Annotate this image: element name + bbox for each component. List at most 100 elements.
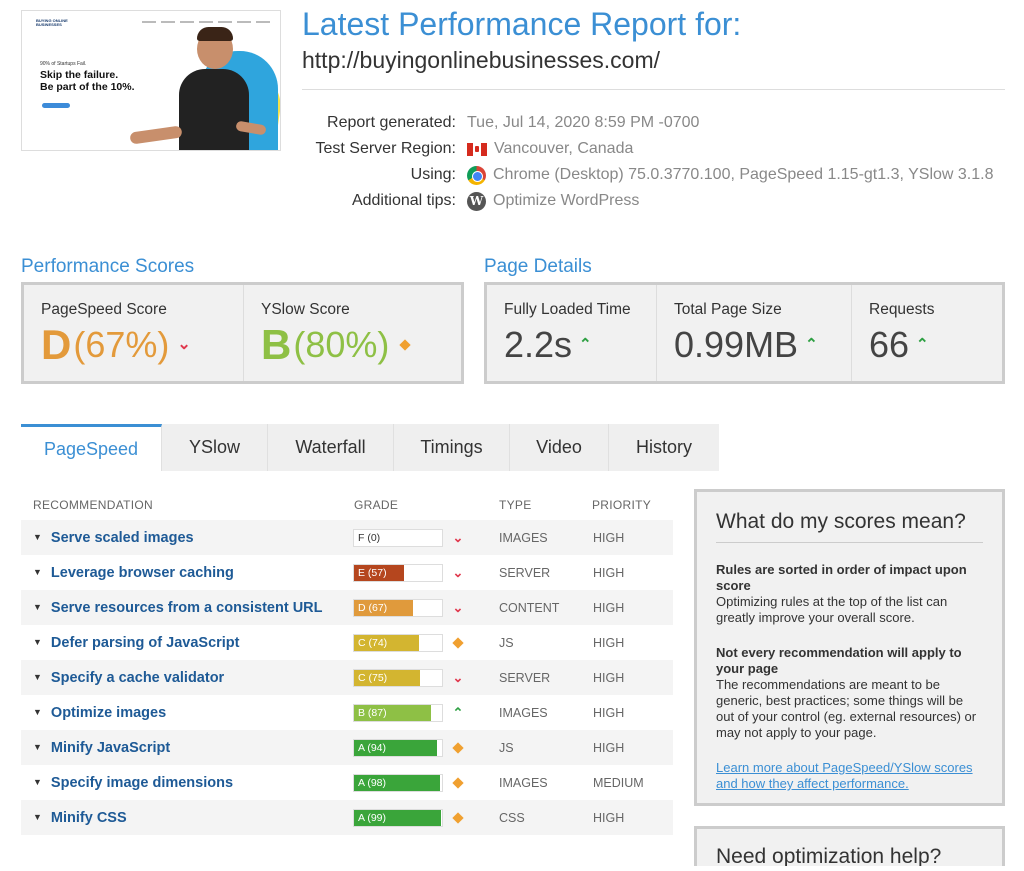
page-title: Latest Performance Report for: [302, 6, 742, 42]
thumb-nav: BUYING ONLINE BUSINESSES [36, 19, 270, 27]
recommendation-name[interactable]: ▼ Serve resources from a consistent URL [33, 600, 323, 616]
recommendation-type: IMAGES [499, 705, 548, 720]
table-row[interactable]: ▼ Specify a cache validator C (75) ⌄ SERVER H… [21, 660, 673, 695]
requests-cell: Requests 66 ⌃ [852, 285, 1002, 381]
pagespeed-score-label: PageSpeed Score [41, 301, 167, 318]
recommendation-name[interactable]: ▼ Serve scaled images [33, 530, 194, 546]
tab-yslow[interactable]: YSlow [162, 424, 268, 471]
table-row[interactable]: ▼ Leverage browser caching E (57) ⌄ SERVER HI… [21, 555, 673, 590]
table-row[interactable]: ▼ Defer parsing of JavaScript C (74) JS HIGH [21, 625, 673, 660]
explainer-block2-text: The recommendations are meant to be gene… [716, 677, 977, 740]
yslow-grade: B [261, 321, 292, 368]
thumb-headline: Skip the failure. Be part of the 10%. [40, 69, 135, 93]
recommendation-name[interactable]: ▼ Minify CSS [33, 810, 127, 826]
table-row[interactable]: ▼ Minify JavaScript A (94) JS HIGH [21, 730, 673, 765]
requests-value: 66 [869, 324, 910, 365]
trend-indicator: ⌄ [451, 529, 465, 547]
explainer-title: What do my scores mean? [716, 510, 983, 543]
trend-indicator: ⌄ [451, 564, 465, 582]
diamond-icon [452, 636, 464, 649]
chevron-up-icon: ⌃ [579, 336, 592, 353]
optimization-help-panel: Need optimization help? [694, 826, 1005, 866]
table-row[interactable]: ▼ Specify image dimensions A (98) IMAGES MED… [21, 765, 673, 800]
chevron-down-icon: ⌄ [452, 599, 464, 615]
tab-timings[interactable]: Timings [394, 424, 510, 471]
diamond-icon [452, 811, 464, 824]
grade-bar-fill: A (99) [354, 809, 442, 826]
grade-bar: F (0) [353, 528, 443, 547]
grade-bar: A (94) [353, 738, 443, 757]
grade-bar-fill: D (67) [354, 599, 413, 616]
learn-more-link[interactable]: Learn more about PageSpeed/YSlow scores … [716, 760, 983, 792]
recommendation-name[interactable]: ▼ Leverage browser caching [33, 565, 234, 581]
col-recommendation: RECOMMENDATION [33, 498, 153, 512]
triangle-down-icon: ▼ [33, 671, 42, 682]
page-size-cell: Total Page Size 0.99MB ⌃ [657, 285, 852, 381]
col-type: TYPE [499, 498, 532, 512]
meta-generated-label: Report generated: [327, 114, 456, 131]
diamond-icon [399, 339, 412, 351]
grade-bar: D (67) [353, 598, 443, 617]
tab-waterfall[interactable]: Waterfall [268, 424, 394, 471]
meta-tips-link[interactable]: Optimize WordPress [493, 192, 639, 210]
tab-history[interactable]: History [609, 424, 719, 471]
tab-pagespeed[interactable]: PageSpeed [21, 424, 162, 471]
yslow-score-label: YSlow Score [261, 301, 350, 318]
page-size-label: Total Page Size [674, 301, 782, 318]
chevron-down-icon: ⌄ [452, 669, 464, 685]
recommendation-name[interactable]: ▼ Optimize images [33, 705, 166, 721]
partial-row [21, 836, 673, 871]
triangle-down-icon: ▼ [33, 531, 42, 542]
grade-bar-fill: C (74) [354, 634, 420, 651]
grade-bar: C (75) [353, 668, 443, 687]
diamond-icon [452, 741, 464, 754]
yslow-percent: (80%) [293, 324, 390, 365]
thumb-logo: BUYING ONLINE BUSINESSES [36, 18, 68, 27]
recommendation-priority: HIGH [593, 600, 625, 615]
chrome-icon [467, 165, 486, 185]
tab-video[interactable]: Video [510, 424, 609, 471]
grade-bar-fill: A (98) [354, 774, 441, 791]
recommendation-name[interactable]: ▼ Specify a cache validator [33, 670, 224, 686]
table-row[interactable]: ▼ Minify CSS A (99) CSS HIGH [21, 800, 673, 835]
pagespeed-grade: D [41, 321, 72, 368]
recommendation-priority: HIGH [593, 810, 625, 825]
table-row[interactable]: ▼ Optimize images B (87) ⌃ IMAGES HIGH [21, 695, 673, 730]
trend-indicator: ⌃ [451, 704, 465, 722]
explainer-block1-title: Rules are sorted in order of impact upon… [716, 562, 967, 593]
trend-indicator [451, 739, 465, 757]
col-priority: PRIORITY [592, 498, 652, 512]
grade-bar: B (87) [353, 703, 443, 722]
meta-using-value: Chrome (Desktop) 75.0.3770.100, PageSpee… [493, 166, 994, 183]
recommendation-name[interactable]: ▼ Defer parsing of JavaScript [33, 635, 240, 651]
grade-bar-fill: E (57) [354, 564, 405, 581]
grade-bar: E (57) [353, 563, 443, 582]
page-details-box: Fully Loaded Time 2.2s ⌃ Total Page Size … [484, 282, 1005, 384]
recommendation-priority: MEDIUM [593, 775, 644, 790]
chevron-down-icon: ⌄ [452, 529, 464, 545]
chevron-down-icon: ⌄ [452, 564, 464, 580]
report-meta: Report generated: Tue, Jul 14, 2020 8:59 … [300, 110, 1020, 214]
header-divider [302, 89, 1005, 90]
triangle-down-icon: ▼ [33, 706, 42, 717]
recommendation-name[interactable]: ▼ Minify JavaScript [33, 740, 170, 756]
meta-using-label: Using: [410, 166, 456, 183]
recommendation-type: IMAGES [499, 530, 548, 545]
wordpress-icon: W [467, 191, 486, 211]
recommendation-type: IMAGES [499, 775, 548, 790]
recommendation-priority: HIGH [593, 670, 625, 685]
meta-region-label: Test Server Region: [315, 140, 456, 157]
canada-flag-icon [467, 142, 487, 156]
recommendation-name[interactable]: ▼ Specify image dimensions [33, 775, 233, 791]
grade-bar-fill: C (75) [354, 669, 420, 686]
loaded-time-label: Fully Loaded Time [504, 301, 631, 318]
trend-indicator [451, 809, 465, 827]
table-row[interactable]: ▼ Serve scaled images F (0) ⌄ IMAGES HIGH [21, 520, 673, 555]
col-grade: GRADE [354, 498, 399, 512]
loaded-time-value: 2.2s [504, 324, 573, 365]
meta-tips-label: Additional tips: [351, 192, 456, 209]
table-row[interactable]: ▼ Serve resources from a consistent URL D … [21, 590, 673, 625]
triangle-down-icon: ▼ [33, 601, 42, 612]
meta-generated-value: Tue, Jul 14, 2020 8:59 PM -0700 [467, 114, 700, 131]
recommendation-priority: HIGH [593, 635, 625, 650]
